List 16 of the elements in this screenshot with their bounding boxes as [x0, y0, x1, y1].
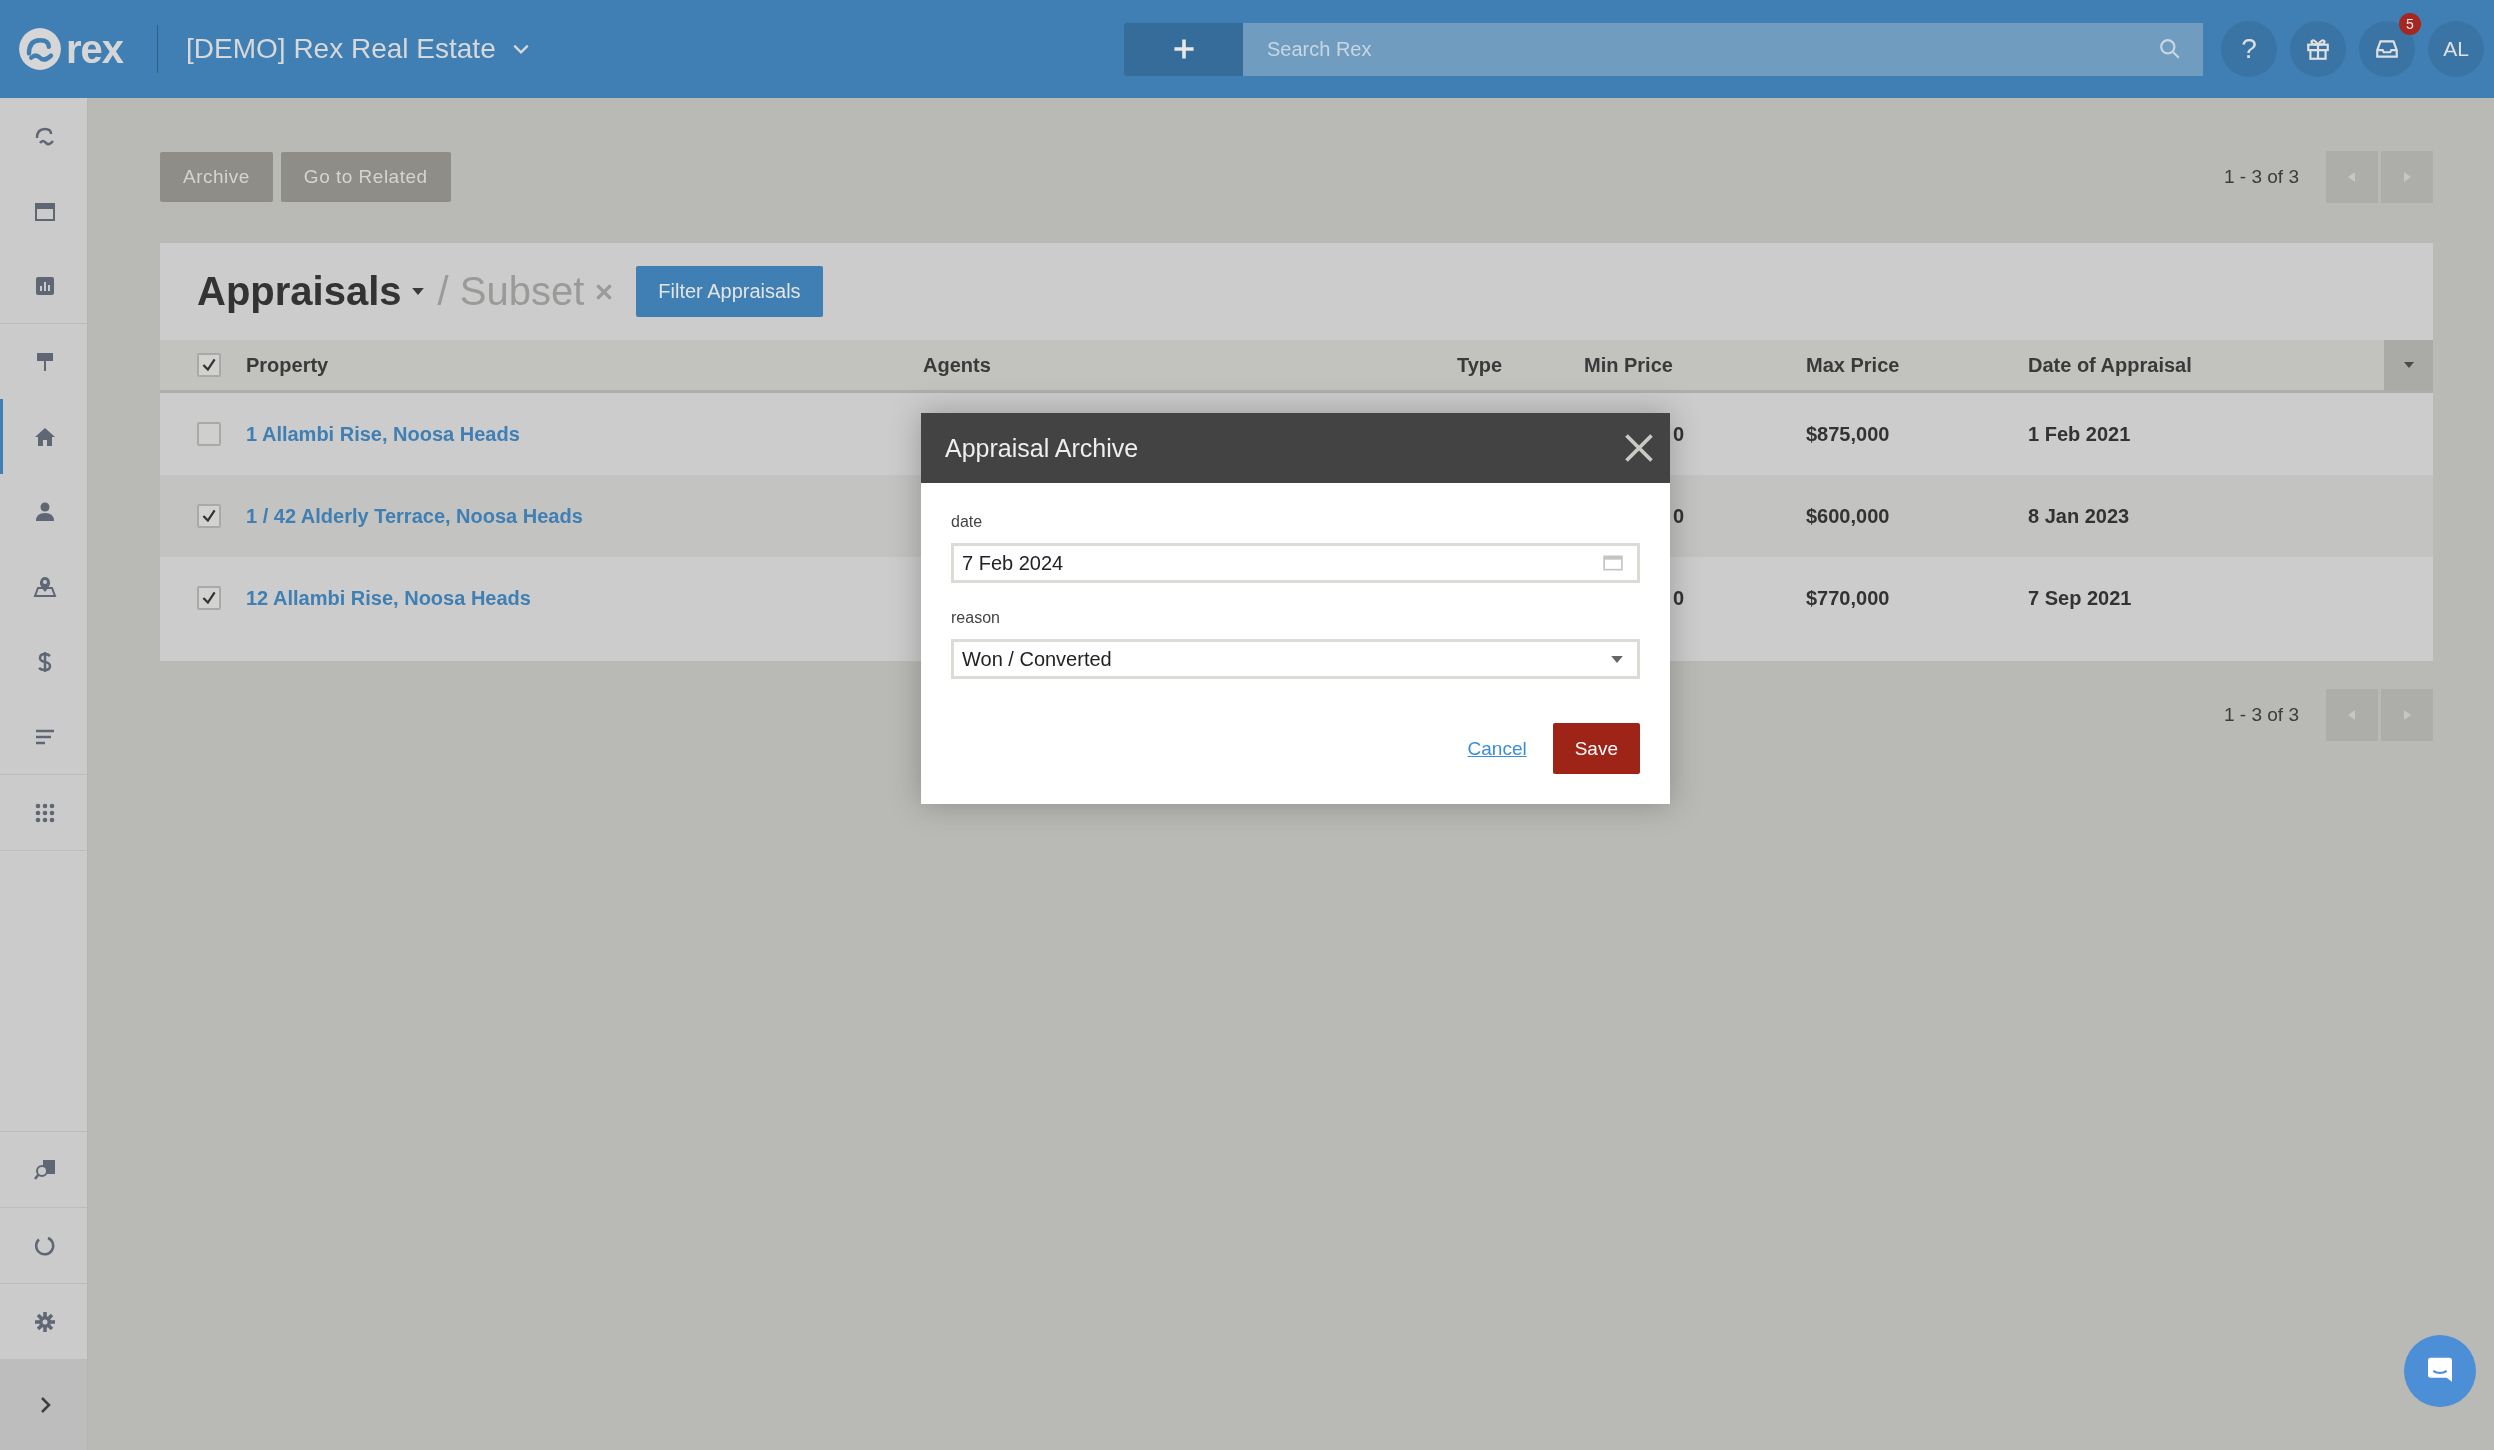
pagination-text: 1 - 3 of 3 — [2224, 166, 2299, 188]
table-cell: $600,000 — [1806, 504, 1890, 527]
field-label: reason — [951, 609, 1000, 627]
field-label: date — [951, 513, 983, 531]
logo-text: rex — [66, 26, 124, 72]
notification-badge: 5 — [2399, 13, 2421, 35]
table-cell: 7 Sep 2021 — [2028, 586, 2132, 609]
table-cell: 0 — [1672, 422, 1684, 445]
table-cell: 0 — [1672, 504, 1684, 527]
pagination-text: 1 - 3 of 3 — [2224, 704, 2299, 726]
table-cell: 0 — [1672, 586, 1684, 609]
dialog-title: Appraisal Archive — [945, 433, 1139, 463]
table-cell: 1 Feb 2021 — [2028, 422, 2131, 445]
table-cell: $770,000 — [1806, 586, 1890, 609]
table-cell: 8 Jan 2023 — [2028, 504, 2130, 527]
table-cell: $875,000 — [1806, 422, 1890, 445]
